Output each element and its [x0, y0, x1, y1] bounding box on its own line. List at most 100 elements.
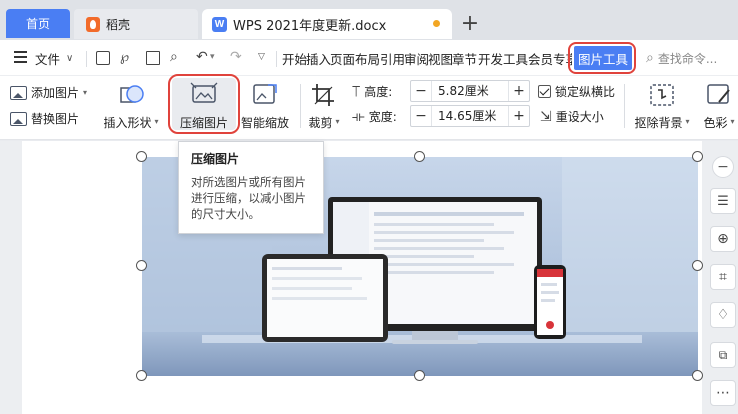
tab-home-label: 首页 — [25, 17, 50, 31]
file-menu[interactable]: 文件 ∨ — [35, 40, 73, 76]
smart-zoom-icon — [253, 84, 277, 104]
crop-button[interactable]: 裁剪 ▾ — [306, 82, 342, 131]
undo-icon[interactable]: ↶ — [196, 49, 208, 65]
tab-daoke[interactable]: 稻壳 — [74, 9, 198, 39]
search-placeholder: 查找命令... — [657, 51, 718, 66]
print-preview-icon[interactable]: ⌕ — [170, 49, 178, 65]
undo-dropdown-icon[interactable]: ▾ — [210, 52, 215, 62]
layout-options-button[interactable]: ☰ — [710, 188, 736, 214]
add-picture-button[interactable]: 添加图片 ▾ — [10, 84, 87, 101]
tab-home[interactable]: 首页 — [6, 9, 70, 38]
height-input[interactable]: 5.82厘米 — [431, 81, 509, 101]
command-search[interactable]: ⌕ 查找命令... — [646, 40, 717, 76]
dropdown-icon: ▾ — [83, 88, 88, 97]
hamburger-icon[interactable] — [14, 51, 27, 64]
dropdown-icon: ▾ — [335, 117, 340, 126]
add-picture-label: 添加图片 — [31, 86, 80, 100]
height-stepper[interactable]: − 5.82厘米 + — [410, 80, 530, 102]
remove-background-button[interactable]: 抠除背景 ▾ — [632, 82, 692, 131]
print-icon[interactable] — [146, 51, 160, 65]
replace-picture-icon — [10, 111, 27, 126]
menu-tab-chapter[interactable]: 章节 — [452, 40, 477, 76]
width-stepper[interactable]: − 14.65厘米 + — [410, 105, 530, 127]
remove-background-icon — [650, 84, 674, 106]
new-tab-label: + — [460, 10, 480, 36]
ideas-button[interactable]: ♢ — [710, 302, 736, 328]
save-icon[interactable] — [96, 51, 110, 65]
crop-label: 裁剪 — [308, 116, 333, 130]
resize-handle-bottom-left[interactable] — [136, 370, 147, 381]
smart-zoom-label: 智能缩放 — [240, 116, 289, 130]
insert-shape-button[interactable]: 插入形状 ▾ — [100, 82, 162, 131]
zoom-in-icon: ⊕ — [717, 231, 729, 247]
menu-tab-label: 插入 — [306, 51, 332, 67]
menu-tab-label: 页面布局 — [330, 51, 381, 67]
increase-height-button[interactable]: + — [509, 83, 529, 99]
collapse-panel-button[interactable]: − — [712, 156, 734, 178]
highlight-ring — [568, 42, 636, 74]
menu-tab-label: 开发工具 — [478, 51, 529, 67]
smart-zoom-button[interactable]: 智能缩放 — [238, 82, 292, 131]
height-label-text: 高度: — [364, 85, 393, 99]
resize-handle-top-right[interactable] — [692, 151, 703, 162]
new-tab-button[interactable]: + — [458, 9, 482, 37]
tooltip-body: 对所选图片或所有图片进行压缩，以减小图片的尺寸大小。 — [191, 175, 306, 221]
resize-handle-right[interactable] — [692, 260, 703, 271]
resize-handle-bottom[interactable] — [414, 370, 425, 381]
decrease-width-button[interactable]: − — [411, 108, 431, 124]
resize-handle-top-left[interactable] — [136, 151, 147, 162]
height-label: ⟙ 高度: — [352, 83, 392, 100]
lightbulb-icon: ♢ — [716, 307, 730, 323]
height-icon: ⟙ — [352, 83, 361, 100]
picture-side-panel: − ☰ ⊕ ⌗ ♢ ⧉ ⋯ — [706, 152, 738, 414]
daoke-logo-icon — [86, 16, 100, 32]
width-input[interactable]: 14.65厘米 — [431, 106, 509, 126]
tab-daoke-label: 稻壳 — [106, 17, 131, 32]
lock-ratio-checkbox[interactable]: 锁定纵横比 — [538, 83, 615, 100]
separator — [276, 51, 277, 67]
wps-writer-icon: W — [212, 16, 227, 32]
menu-tab-label: 章节 — [452, 51, 478, 67]
resize-handle-left[interactable] — [136, 260, 147, 271]
color-button[interactable]: 色彩 ▾ — [700, 82, 738, 131]
increase-width-button[interactable]: + — [509, 108, 529, 124]
reset-size-label: 重设大小 — [555, 110, 604, 124]
crop-icon: ⌗ — [719, 269, 727, 285]
lock-ratio-label: 锁定纵横比 — [555, 85, 616, 99]
chevron-down-icon: ∨ — [66, 52, 74, 64]
decrease-height-button[interactable]: − — [411, 83, 431, 99]
tab-document[interactable]: W WPS 2021年度更新.docx — [202, 9, 452, 39]
menu-tab-start[interactable]: 开始 — [282, 40, 307, 76]
resize-handle-top[interactable] — [414, 151, 425, 162]
separator — [624, 84, 625, 128]
resize-handle-bottom-right[interactable] — [692, 370, 703, 381]
text-wrap-icon: ☰ — [717, 193, 729, 209]
separator — [300, 84, 301, 128]
reset-size-button[interactable]: ⇲ 重设大小 — [540, 108, 604, 125]
reset-size-icon: ⇲ — [540, 108, 552, 125]
checkbox-checked-icon — [538, 85, 551, 98]
menu-tab-developer[interactable]: 开发工具 — [478, 40, 528, 76]
insert-shape-icon — [120, 85, 144, 103]
tab-document-label: WPS 2021年度更新.docx — [233, 18, 387, 34]
menu-tab-review[interactable]: 审阅 — [404, 40, 429, 76]
menu-tab-member[interactable]: 会员专享 — [528, 40, 572, 76]
menu-tab-view[interactable]: 视图 — [428, 40, 453, 76]
menu-tab-label: 开始 — [282, 51, 308, 67]
menu-tab-page-layout[interactable]: 页面布局 — [330, 40, 380, 76]
color-label: 色彩 — [703, 116, 728, 130]
color-icon — [707, 84, 730, 104]
more-options-button[interactable]: ⋯ — [710, 380, 736, 406]
tab-strip: 首页 稻壳 W WPS 2021年度更新.docx + — [0, 0, 738, 40]
format-painter-icon[interactable]: ℘ — [120, 50, 129, 65]
picture-to-text-button[interactable]: ⧉ — [710, 342, 736, 368]
tooltip-title: 压缩图片 — [191, 152, 240, 166]
replace-picture-button[interactable]: 替换图片 — [10, 110, 79, 127]
quick-access-dropdown-icon[interactable]: ▽ — [258, 52, 265, 62]
redo-icon[interactable]: ↷ — [230, 49, 242, 65]
side-crop-button[interactable]: ⌗ — [710, 264, 736, 290]
menu-tab-insert[interactable]: 插入 — [306, 40, 331, 76]
menu-tab-references[interactable]: 引用 — [380, 40, 405, 76]
width-label-text: 宽度: — [368, 110, 397, 124]
zoom-picture-button[interactable]: ⊕ — [710, 226, 736, 252]
